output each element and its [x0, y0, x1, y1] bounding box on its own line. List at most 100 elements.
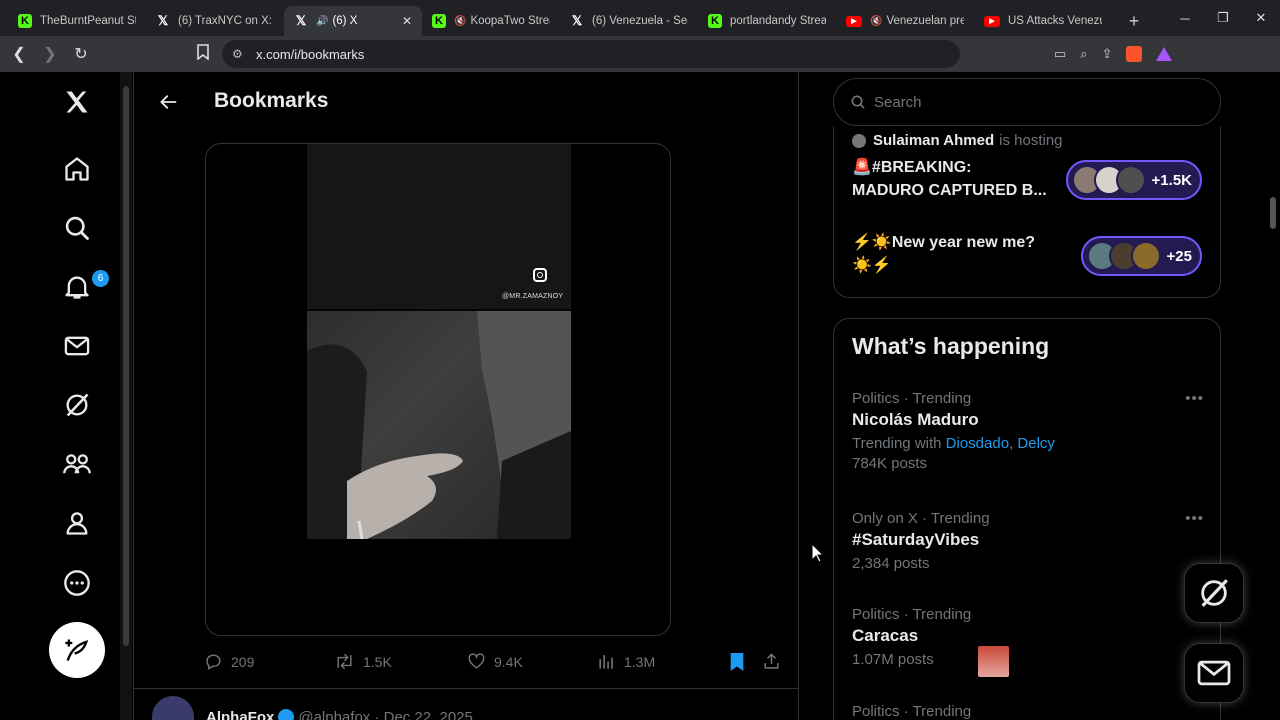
post-video[interactable]: @MR.ZAMAZNOY — [205, 143, 671, 636]
search-input[interactable]: Search — [833, 78, 1221, 126]
views-action[interactable]: 1.3M — [597, 652, 655, 671]
brave-shields-icon[interactable] — [1126, 46, 1143, 62]
tab-7[interactable]: ▶ US Attacks Venezuela — [974, 6, 1112, 36]
mail-icon — [1197, 660, 1231, 686]
notifications-icon[interactable]: 6 — [52, 262, 109, 312]
back-button[interactable] — [150, 84, 186, 120]
reply-count: 209 — [231, 653, 255, 670]
like-action[interactable]: 9.4K — [467, 652, 523, 671]
trend-name: Nicolás Maduro — [852, 410, 979, 429]
tab-title: (6) Venezuela - Search — [592, 15, 688, 27]
speaker-icon[interactable]: 🔊 — [316, 16, 328, 27]
trend-related: Trending with Diosdado, Delcy — [852, 435, 1055, 452]
listener-avatar — [1115, 165, 1146, 195]
tab-3[interactable]: K 🔇 KoopaTwo Stream — [422, 6, 560, 36]
trend-item[interactable]: Politics · Trending Nicolás Maduro Trend… — [852, 390, 1204, 472]
host-name[interactable]: Sulaiman Ahmed — [873, 132, 994, 149]
address-bar[interactable]: ⚙ x.com/i/bookmarks ▭ ⌕ ⇪ — [222, 40, 1173, 68]
left-scrollbar[interactable] — [120, 72, 132, 720]
repost-icon — [337, 653, 352, 670]
profile-icon[interactable] — [52, 498, 102, 548]
views-icon — [599, 655, 613, 669]
close-tab-icon[interactable]: ✕ — [402, 14, 412, 28]
more-icon[interactable] — [52, 558, 102, 608]
tab-2-active[interactable]: 𝕏 🔊 (6) X ✕ — [284, 6, 422, 36]
back-nav-icon[interactable]: ❮ — [6, 41, 32, 67]
compose-post-button[interactable] — [49, 622, 105, 678]
post-divider — [134, 688, 798, 689]
tab-5[interactable]: K portlandandy Stream — [698, 6, 836, 36]
messages-floating-button[interactable] — [1184, 643, 1244, 703]
maximize-icon[interactable]: ❐ — [1204, 0, 1242, 36]
share-icon[interactable]: ⇪ — [1102, 46, 1113, 62]
messages-icon[interactable] — [52, 321, 102, 371]
reply-action[interactable]: 209 — [204, 652, 254, 671]
explore-icon[interactable] — [52, 203, 102, 253]
trend-link-diosdado[interactable]: Diosdado — [946, 435, 1009, 452]
communities-icon[interactable] — [52, 439, 102, 489]
tab-1[interactable]: 𝕏 (6) TraxNYC on X: "An — [146, 6, 284, 36]
repost-action[interactable]: 1.5K — [334, 652, 392, 671]
trend-item[interactable]: Politics · Trending — [852, 703, 1204, 720]
zoom-icon[interactable]: ⌕ — [1080, 46, 1087, 62]
muted-icon[interactable]: 🔇 — [870, 16, 882, 27]
close-window-icon[interactable]: ✕ — [1242, 0, 1280, 36]
youtube-icon: ▶ — [846, 15, 862, 27]
tab-title: (6) TraxNYC on X: "An — [178, 15, 274, 27]
tab-title: Venezuelan presid — [886, 15, 964, 27]
share-action[interactable] — [762, 652, 789, 671]
avatar[interactable] — [152, 696, 194, 720]
bookmark-action[interactable] — [728, 652, 754, 672]
url-text: x.com/i/bookmarks — [256, 46, 365, 62]
tab-6[interactable]: ▶ 🔇 Venezuelan presid — [836, 6, 974, 36]
views-count: 1.3M — [624, 653, 656, 670]
instagram-icon — [533, 268, 547, 282]
more-options-icon[interactable]: ••• — [1185, 390, 1204, 407]
video-top-panel — [307, 144, 571, 309]
trend-link-delcy[interactable]: Delcy — [1017, 435, 1055, 452]
forward-nav-icon[interactable]: ❯ — [37, 41, 63, 67]
page-header: Bookmarks — [134, 72, 798, 132]
reload-icon[interactable]: ↻ — [68, 41, 94, 67]
kick-icon: K — [18, 14, 32, 28]
bookmark-page-icon[interactable] — [196, 44, 210, 63]
more-options-icon[interactable]: ••• — [1185, 510, 1204, 527]
x-logo-icon[interactable] — [52, 77, 102, 127]
minimize-icon[interactable]: ─ — [1166, 0, 1204, 36]
brave-rewards-icon[interactable] — [1156, 47, 1173, 61]
scroll-thumb[interactable] — [123, 86, 129, 646]
author-name[interactable]: AlphaFox — [206, 709, 274, 720]
tab-0[interactable]: K TheBurntPeanut Strea — [8, 6, 146, 36]
right-scrollbar[interactable] — [1266, 72, 1280, 720]
live-spaces-card: Sulaiman Ahmed is hosting 🚨#BREAKING: MA… — [833, 126, 1221, 298]
trend-name: #SaturdayVibes — [852, 530, 980, 549]
home-icon[interactable] — [52, 144, 102, 194]
trend-thumbnail — [978, 646, 1009, 677]
site-settings-icon[interactable]: ⚙ — [232, 47, 246, 61]
trend-item[interactable]: Only on X · Trending #SaturdayVibes 2,38… — [852, 510, 1204, 572]
host-suffix: is hosting — [999, 132, 1063, 149]
x-app: 6 Bookmarks @MR.ZAMAZNOY 209 1.5K 9.4K 1… — [0, 72, 1280, 720]
space-join-pill-1[interactable]: +1.5K — [1065, 160, 1202, 200]
space-host-line: Sulaiman Ahmed is hosting — [852, 132, 1063, 149]
next-post-header[interactable]: AlphaFox @alphafox · Dec 22, 2025 — [152, 696, 792, 720]
cast-icon[interactable]: ▭ — [1054, 46, 1066, 62]
share-post-icon — [764, 653, 779, 669]
trend-item[interactable]: Politics · Trending Caracas 1.07M posts — [852, 606, 1204, 677]
muted-icon[interactable]: 🔇 — [454, 16, 466, 27]
space-join-pill-2[interactable]: +25 — [1080, 236, 1202, 276]
heart-icon — [468, 653, 485, 669]
space-title-1[interactable]: 🚨#BREAKING: MADURO CAPTURED B... — [852, 156, 1047, 202]
scroll-thumb[interactable] — [1270, 197, 1276, 229]
tab-4[interactable]: 𝕏 (6) Venezuela - Search — [560, 6, 698, 36]
page-title: Bookmarks — [214, 89, 329, 112]
bookmark-filled-icon — [730, 653, 744, 671]
mouse-cursor-icon — [811, 543, 825, 563]
new-tab-button[interactable]: + — [1120, 6, 1148, 36]
x-icon: 𝕏 — [295, 13, 307, 28]
x-icon: 𝕏 — [571, 13, 583, 28]
grok-floating-button[interactable] — [1184, 563, 1244, 623]
space-title-2[interactable]: ⚡☀️New year new me? ☀️⚡ — [852, 231, 1035, 277]
grok-icon[interactable] — [52, 380, 102, 430]
trend-meta: Politics · Trending — [852, 606, 972, 623]
